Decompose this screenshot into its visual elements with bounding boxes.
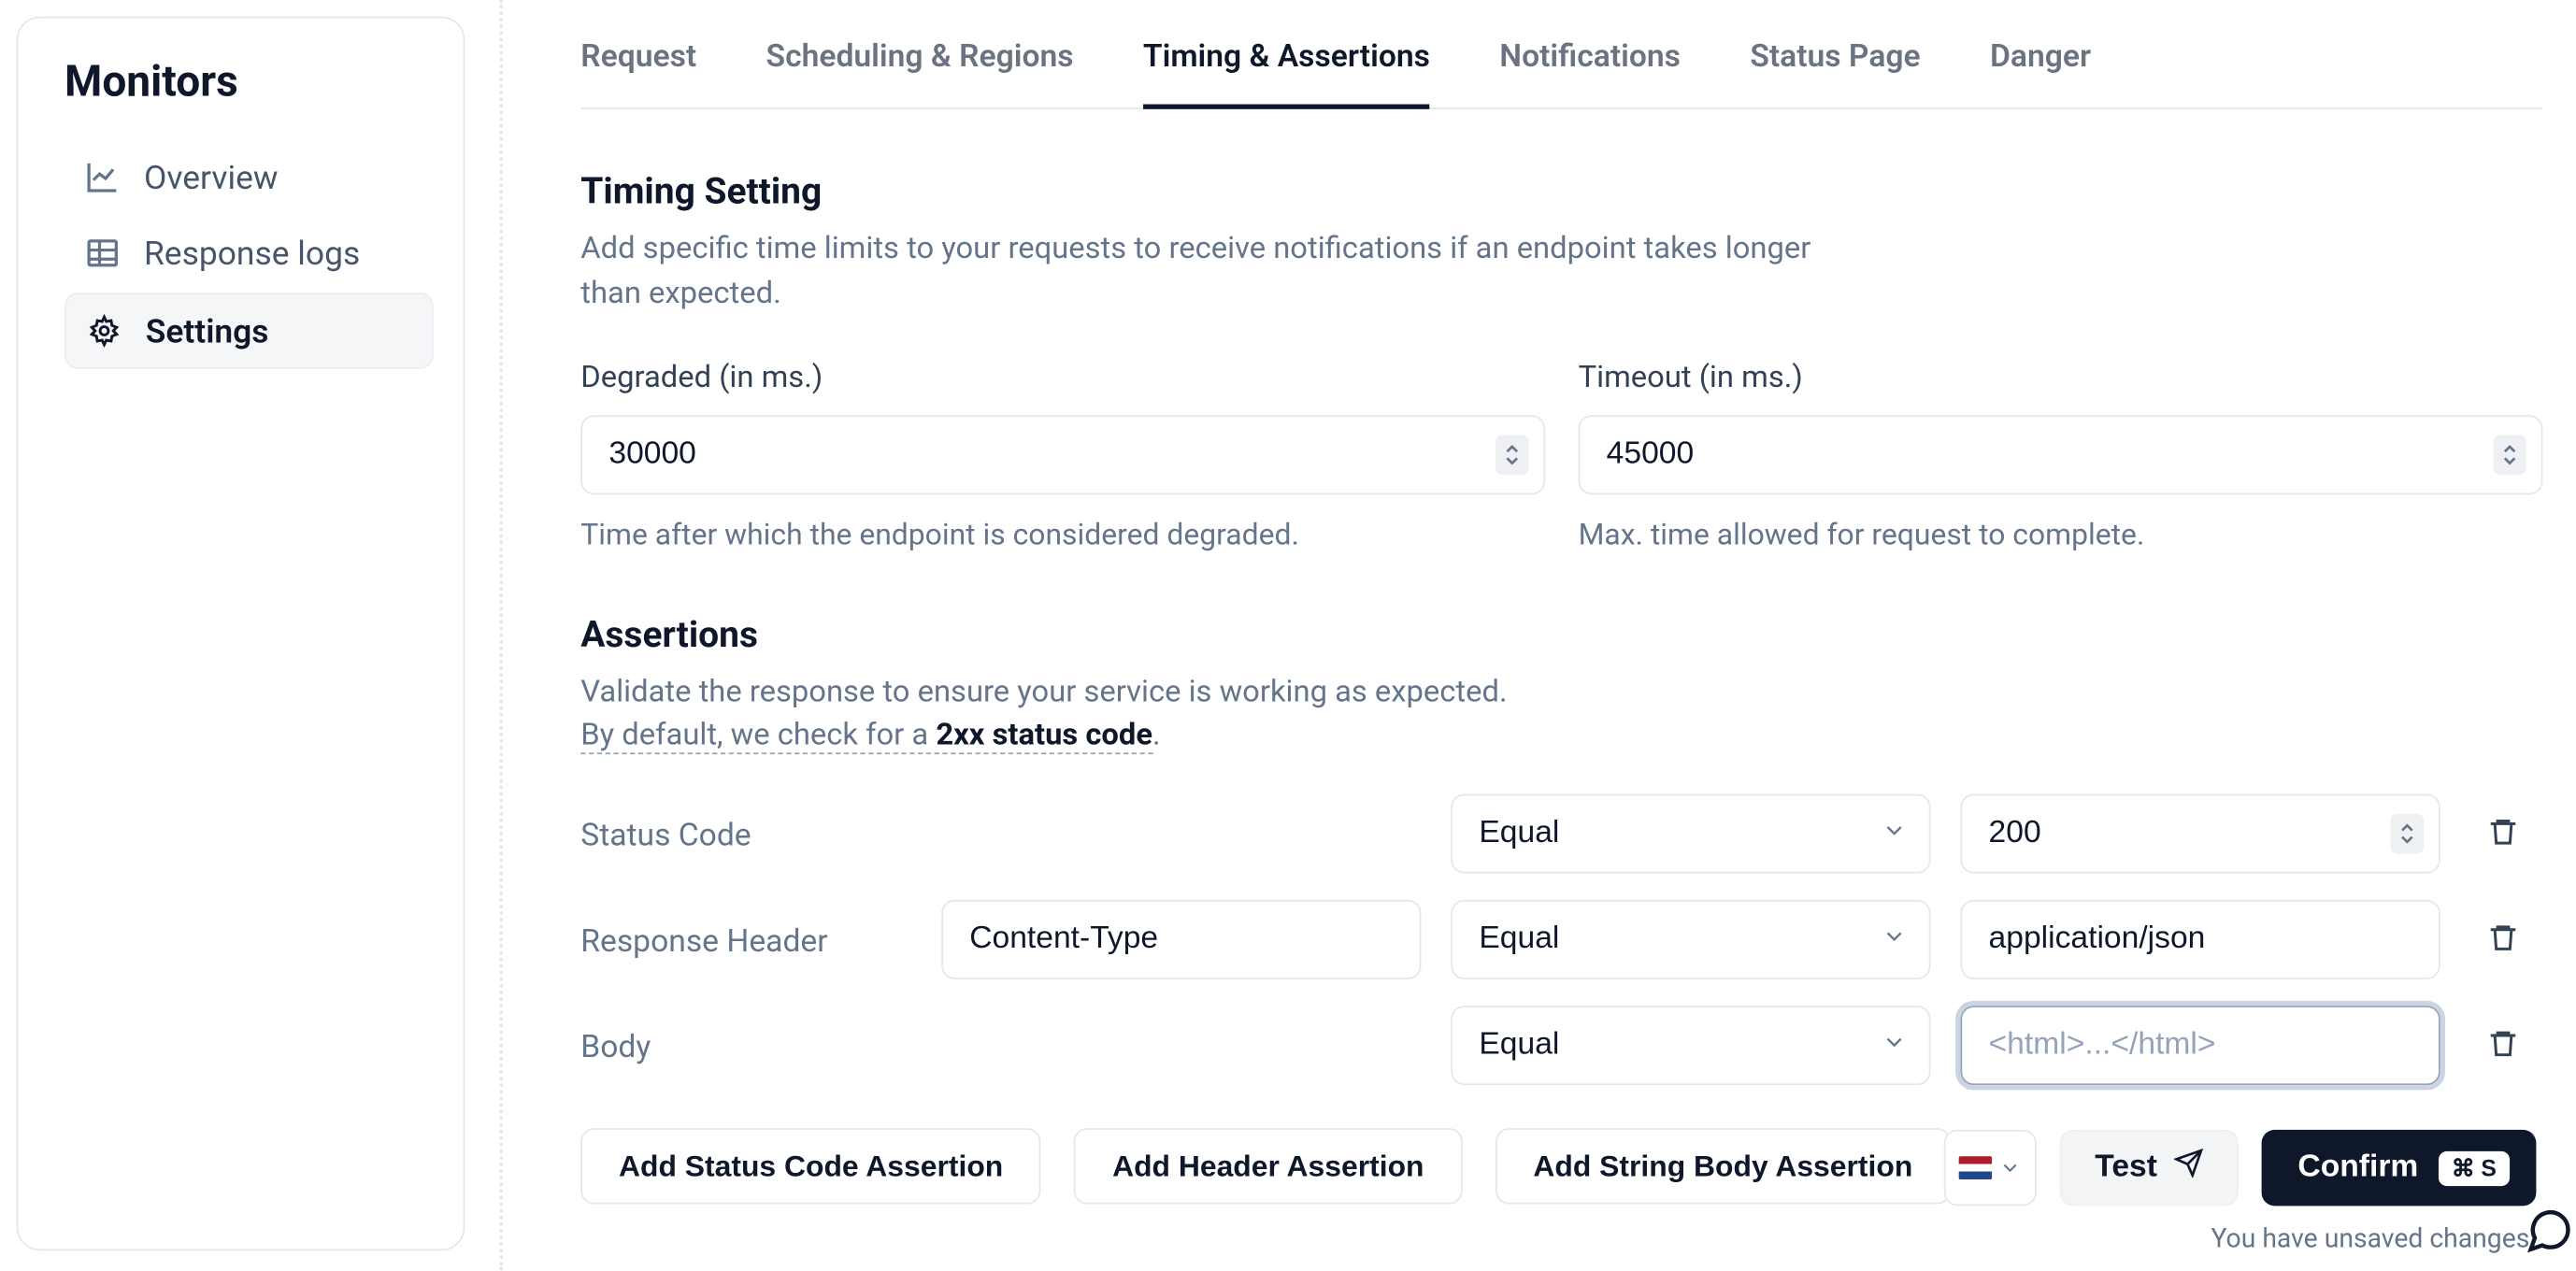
send-icon bbox=[2174, 1148, 2204, 1187]
timeout-label: Timeout (in ms.) bbox=[1579, 358, 2543, 394]
tab-danger[interactable]: Danger bbox=[1990, 10, 2091, 109]
assert-row-status: Status Code bbox=[580, 794, 2542, 874]
chevron-down-icon bbox=[1999, 1156, 2023, 1179]
tabs: Request Scheduling & Regions Timing & As… bbox=[580, 10, 2542, 109]
assert-value-input[interactable] bbox=[1960, 900, 2440, 979]
sidebar-item-overview[interactable]: Overview bbox=[64, 140, 434, 213]
sidebar-title: Monitors bbox=[64, 58, 434, 107]
timeout-input[interactable] bbox=[1579, 415, 2543, 494]
add-body-assert-button[interactable]: Add String Body Assertion bbox=[1496, 1129, 1951, 1205]
tab-timing-assertions[interactable]: Timing & Assertions bbox=[1143, 10, 1430, 109]
footer: Test Confirm ⌘ S You have unsaved change… bbox=[1944, 1130, 2536, 1254]
chat-icon[interactable] bbox=[2516, 1197, 2576, 1264]
assert-key-input[interactable] bbox=[941, 900, 1421, 979]
stepper-icon[interactable] bbox=[2493, 435, 2526, 474]
assertions-desc: Validate the response to ensure your ser… bbox=[580, 669, 1838, 758]
assert-op-select[interactable] bbox=[1451, 1007, 1930, 1086]
delete-assert-button[interactable] bbox=[2470, 1013, 2537, 1079]
test-button[interactable]: Test bbox=[2060, 1130, 2239, 1206]
degraded-label: Degraded (in ms.) bbox=[580, 358, 1545, 394]
assert-row-header: Response Header bbox=[580, 900, 2542, 979]
sidebar-item-label: Overview bbox=[144, 157, 279, 196]
sidebar-item-label: Settings bbox=[146, 311, 269, 350]
delete-assert-button[interactable] bbox=[2470, 801, 2537, 867]
stepper-icon[interactable] bbox=[2391, 814, 2424, 853]
trash-icon bbox=[2486, 815, 2519, 853]
assert-label: Status Code bbox=[580, 815, 911, 853]
sidebar-item-label: Response logs bbox=[144, 234, 360, 273]
region-select[interactable] bbox=[1944, 1130, 2037, 1206]
assert-row-body: Body bbox=[580, 1007, 2542, 1086]
shortcut-badge: ⌘ S bbox=[2439, 1150, 2511, 1185]
assert-value-input[interactable] bbox=[1960, 794, 2440, 874]
sidebar: Monitors Overview Response logs Settings bbox=[17, 17, 465, 1250]
delete-assert-button[interactable] bbox=[2470, 907, 2537, 973]
stepper-icon[interactable] bbox=[1496, 435, 1528, 474]
unsaved-changes-text: You have unsaved changes bbox=[2211, 1222, 2529, 1254]
flag-nl-icon bbox=[1959, 1156, 1992, 1179]
timing-title: Timing Setting bbox=[580, 172, 2542, 213]
assert-label: Response Header bbox=[580, 921, 911, 959]
tab-scheduling[interactable]: Scheduling & Regions bbox=[766, 10, 1074, 109]
tab-status-page[interactable]: Status Page bbox=[1750, 10, 1920, 109]
assert-label: Body bbox=[580, 1027, 911, 1065]
confirm-label: Confirm bbox=[2297, 1150, 2418, 1186]
assert-op-select[interactable] bbox=[1451, 900, 1930, 979]
chart-line-icon bbox=[84, 159, 121, 195]
timing-desc: Add specific time limits to your request… bbox=[580, 226, 1838, 315]
confirm-button[interactable]: Confirm ⌘ S bbox=[2261, 1130, 2536, 1206]
degraded-help: Time after which the endpoint is conside… bbox=[580, 517, 1545, 551]
test-label: Test bbox=[2095, 1150, 2157, 1186]
tab-request[interactable]: Request bbox=[580, 10, 696, 109]
sidebar-item-response-logs[interactable]: Response logs bbox=[64, 217, 434, 290]
assertions-section: Assertions Validate the response to ensu… bbox=[580, 615, 2542, 1205]
timing-section: Timing Setting Add specific time limits … bbox=[580, 172, 2542, 551]
gear-icon bbox=[86, 313, 122, 350]
table-icon bbox=[84, 235, 121, 271]
assert-value-input[interactable] bbox=[1960, 1007, 2440, 1086]
sidebar-item-settings[interactable]: Settings bbox=[64, 293, 434, 368]
add-status-assert-button[interactable]: Add Status Code Assertion bbox=[580, 1129, 1041, 1205]
add-header-assert-button[interactable]: Add Header Assertion bbox=[1074, 1129, 1462, 1205]
tab-notifications[interactable]: Notifications bbox=[1499, 10, 1681, 109]
degraded-input[interactable] bbox=[580, 415, 1545, 494]
assert-op-select[interactable] bbox=[1451, 794, 1930, 874]
trash-icon bbox=[2486, 921, 2519, 959]
assertions-title: Assertions bbox=[580, 615, 2542, 656]
timeout-help: Max. time allowed for request to complet… bbox=[1579, 517, 2543, 551]
trash-icon bbox=[2486, 1027, 2519, 1065]
